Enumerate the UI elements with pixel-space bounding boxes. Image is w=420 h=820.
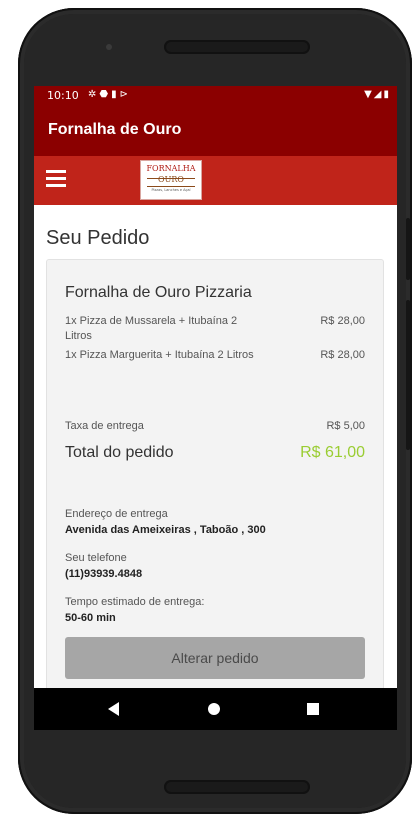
- delivery-fee-value: R$ 5,00: [326, 420, 365, 432]
- app-title: Fornalha de Ouro: [48, 121, 182, 138]
- earpiece-speaker: [164, 40, 310, 54]
- order-card: Fornalha de Ouro Pizzaria 1x Pizza de Mu…: [46, 259, 384, 701]
- logo-line-1: FORNALHA: [146, 164, 196, 173]
- volume-button: [406, 300, 410, 450]
- page-title: Seu Pedido: [46, 227, 150, 249]
- eta-value: 50-60 min: [65, 612, 116, 624]
- sd-card-icon: ▮: [111, 89, 120, 100]
- front-camera: [106, 44, 112, 50]
- nav-bar: FORNALHA OURO Pizzas, Lanches e Açaí: [34, 156, 397, 205]
- order-content[interactable]: Seu Pedido Fornalha de Ouro Pizzaria 1x …: [34, 205, 397, 701]
- logo-line-3: Pizzas, Lanches e Açaí: [151, 188, 191, 192]
- settings-icon: ✲: [88, 89, 100, 100]
- order-item: 1x Pizza Marguerita + Itubaína 2 Litros …: [65, 348, 365, 363]
- address-value: Avenida das Ameixeiras , Taboão , 300: [65, 524, 266, 536]
- system-nav-bar: [34, 688, 397, 730]
- wifi-icon: ▼: [364, 89, 374, 100]
- power-button: [406, 218, 410, 280]
- order-total-row: Total do pedido R$ 61,00: [65, 444, 365, 462]
- status-time: 10:10: [47, 89, 79, 102]
- shield-icon: ⬣: [99, 89, 112, 100]
- item-price: R$ 28,00: [320, 349, 365, 361]
- item-price: R$ 28,00: [320, 315, 365, 327]
- phone-value: (11)93939.4848: [65, 568, 143, 580]
- bottom-speaker: [164, 780, 310, 794]
- logo-line-2: OURO: [158, 175, 184, 184]
- item-description: 1x Pizza de Mussarela + Itubaína 2 Litro…: [65, 315, 238, 342]
- address-label: Endereço de entrega: [65, 508, 168, 520]
- store-name: Fornalha de Ouro Pizzaria: [65, 284, 252, 301]
- status-system-icons: ▼◢▮: [364, 89, 391, 100]
- status-notification-icons: ✲⬣▮⊳: [88, 89, 131, 100]
- delivery-fee-row: Taxa de entrega R$ 5,00: [65, 420, 365, 432]
- flag-icon: ⊳: [119, 89, 132, 100]
- menu-icon[interactable]: [46, 170, 66, 190]
- total-value: R$ 61,00: [300, 444, 365, 461]
- home-icon[interactable]: [208, 703, 220, 715]
- eta-label: Tempo estimado de entrega:: [65, 596, 205, 608]
- phone-label: Seu telefone: [65, 552, 127, 564]
- recent-apps-icon[interactable]: [307, 703, 319, 715]
- delivery-fee-label: Taxa de entrega: [65, 420, 144, 432]
- battery-icon: ▮: [383, 89, 391, 100]
- change-order-button[interactable]: Alterar pedido: [65, 637, 365, 679]
- back-icon[interactable]: [108, 702, 119, 716]
- brand-logo[interactable]: FORNALHA OURO Pizzas, Lanches e Açaí: [140, 160, 202, 200]
- total-label: Total do pedido: [65, 444, 174, 461]
- app-screen: 10:10 ✲⬣▮⊳ ▼◢▮ Fornalha de Ouro FORNALHA…: [34, 86, 397, 730]
- status-bar: 10:10 ✲⬣▮⊳ ▼◢▮: [34, 86, 397, 106]
- item-description: 1x Pizza Marguerita + Itubaína 2 Litros: [65, 349, 254, 361]
- app-bar: Fornalha de Ouro: [34, 106, 397, 156]
- order-item: 1x Pizza de Mussarela + Itubaína 2 Litro…: [65, 314, 365, 344]
